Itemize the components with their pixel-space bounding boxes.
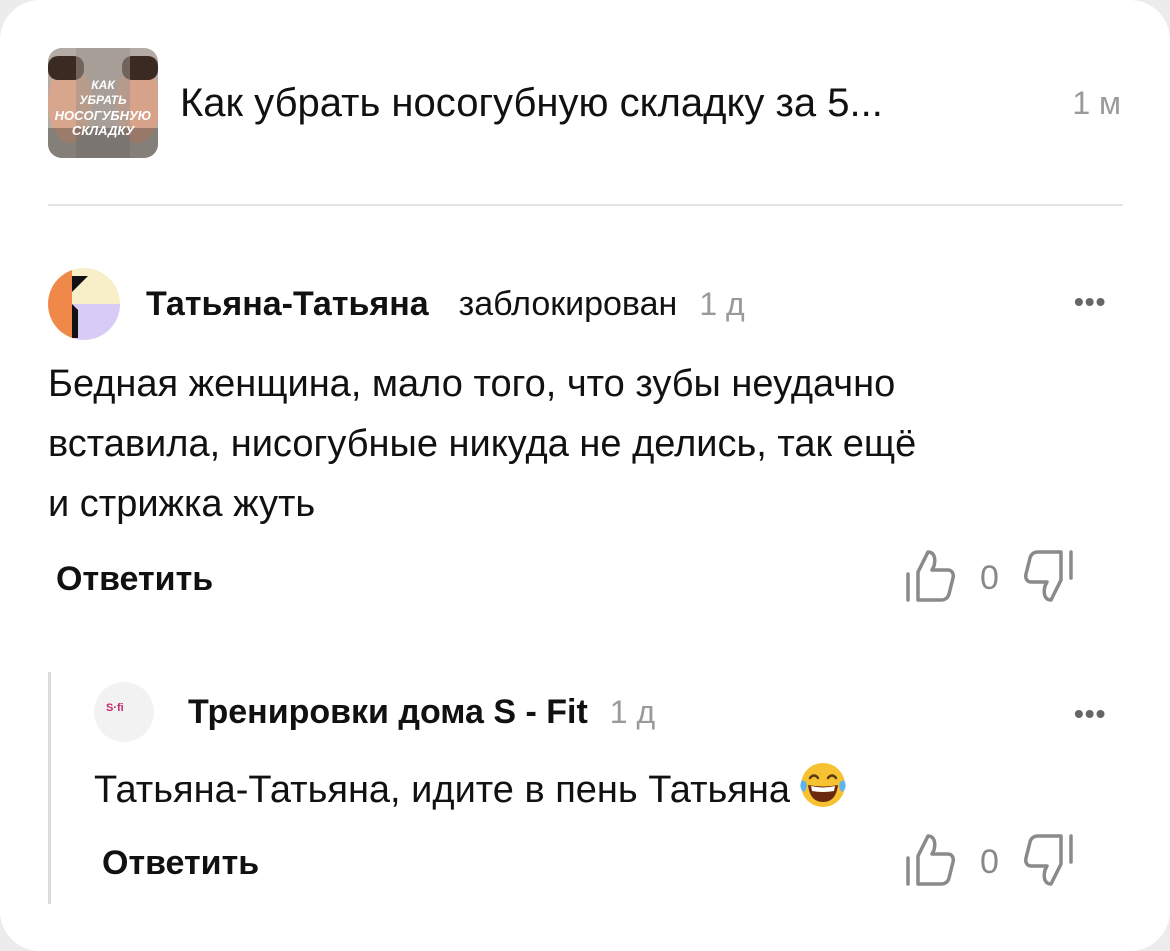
comment-text-line: и стрижка жуть: [48, 483, 316, 525]
comments-card: КАК УБРАТЬ НОСОГУБНУЮ СКЛАДКУ Как убрать…: [0, 0, 1170, 951]
thumbs-up-icon[interactable]: [904, 832, 956, 893]
article-time: 1 м: [1072, 84, 1121, 121]
comment-text: Бедная женщина, мало того, что зубы неуд…: [48, 354, 1128, 534]
comment-time: 1 д: [699, 285, 745, 322]
comment-text-line: Татьяна-Татьяна, идите в пень Татьяна: [94, 769, 790, 811]
article-thumbnail[interactable]: КАК УБРАТЬ НОСОГУБНУЮ СКЛАДКУ: [48, 48, 158, 158]
comment-header: S·fi Тренировки дома S - Fit 1 д: [94, 682, 655, 742]
more-dots-icon[interactable]: •••: [1074, 286, 1106, 318]
vote-controls: 0: [904, 548, 1075, 609]
divider: [48, 204, 1123, 206]
reply-button[interactable]: Ответить: [56, 560, 213, 599]
avatar[interactable]: [48, 268, 120, 340]
avatar[interactable]: S·fi: [94, 682, 154, 742]
thumbnail-text-line: СКЛАДКУ: [71, 123, 135, 138]
thumbnail-text-line: КАК: [91, 78, 115, 92]
more-dots-icon[interactable]: •••: [1074, 698, 1106, 730]
article-title[interactable]: Как убрать носогубную складку за 5...: [180, 81, 1072, 126]
laughing-tears-emoji: [796, 758, 850, 812]
thumbnail-text-line: УБРАТЬ: [79, 93, 127, 107]
comment-text: Татьяна-Татьяна, идите в пень Татьяна: [94, 758, 1094, 820]
comment-author[interactable]: Тренировки дома S - Fit: [188, 693, 588, 732]
comment-author[interactable]: Татьяна-Татьяна: [146, 285, 429, 324]
thumbs-down-icon[interactable]: [1023, 548, 1075, 609]
status-badge: заблокирован: [458, 284, 678, 323]
article-link[interactable]: КАК УБРАТЬ НОСОГУБНУЮ СКЛАДКУ Как убрать…: [48, 48, 1123, 158]
thumbs-down-icon[interactable]: [1023, 832, 1075, 893]
vote-controls: 0: [904, 832, 1075, 893]
thumbs-up-icon[interactable]: [904, 548, 956, 609]
thread-line: [48, 672, 51, 904]
comment-text-line: Бедная женщина, мало того, что зубы неуд…: [48, 363, 896, 405]
vote-count: 0: [980, 559, 999, 597]
comment-time: 1 д: [609, 693, 656, 730]
avatar-logo: S·fi: [106, 702, 124, 714]
thumbnail-text-line: НОСОГУБНУЮ: [54, 108, 152, 123]
vote-count: 0: [980, 843, 999, 881]
comment-header: Татьяна-Татьяна заблокирован 1 д: [48, 268, 745, 340]
reply-button[interactable]: Ответить: [102, 844, 259, 883]
comment-text-line: вставила, нисогубные никуда не делись, т…: [48, 423, 917, 465]
